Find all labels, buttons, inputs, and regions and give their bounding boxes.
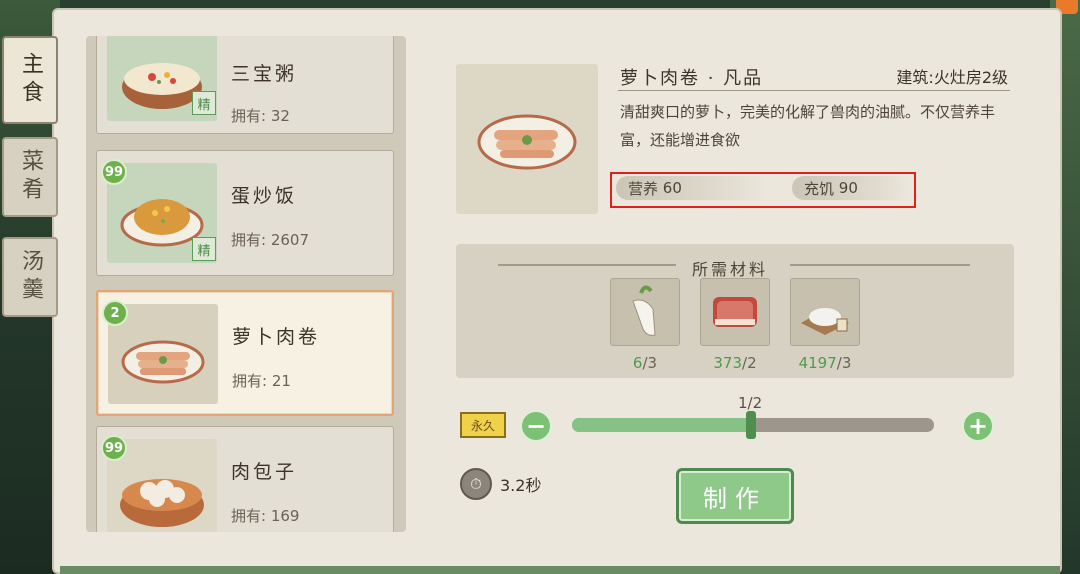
material-need: /2 — [742, 354, 757, 372]
dish-preview-image — [456, 64, 598, 214]
decrease-button[interactable]: − — [520, 410, 552, 442]
quantity-counter: 1/2 — [738, 394, 763, 412]
recipe-card-meat-bun[interactable]: 99 肉包子 拥有: 169 — [96, 426, 394, 532]
material-count: 4197/3 — [790, 354, 860, 372]
building-requirement: 建筑:火灶房2级 — [896, 68, 1008, 87]
material-need: /3 — [836, 354, 852, 372]
recipe-card-sanbao-porridge[interactable]: 精 三宝粥 拥有: 32 — [96, 36, 394, 134]
top-bar-background — [0, 0, 1080, 8]
stats-highlight-box — [610, 172, 916, 208]
recipe-card-radish-meat-roll[interactable]: 2 萝卜肉卷 拥有: 21 — [96, 290, 394, 416]
title-divider — [618, 90, 1010, 91]
minus-icon: − — [525, 412, 547, 440]
panel-bottom-edge — [60, 566, 1060, 574]
quantity-badge: 99 — [101, 435, 127, 461]
recipe-list[interactable]: 精 三宝粥 拥有: 32 99 精 蛋炒饭 拥有: 2607 2 萝卜肉卷 拥有… — [86, 36, 406, 532]
radish-icon[interactable] — [610, 278, 680, 346]
flour-icon[interactable] — [790, 278, 860, 346]
tab-staple-food[interactable]: 主食 — [2, 36, 58, 124]
material-count: 373/2 — [700, 354, 770, 372]
recipe-owned-count: 拥有: 169 — [231, 507, 300, 525]
materials-title: 所需材料 — [692, 260, 769, 279]
dish-title: 萝卜肉卷 · 凡品 — [620, 68, 764, 89]
material-have: 373 — [713, 354, 743, 372]
recipe-owned-count: 拥有: 21 — [232, 372, 291, 390]
materials-divider-right — [790, 264, 970, 266]
recipe-name: 肉包子 — [231, 461, 298, 483]
quantity-slider-handle[interactable] — [746, 411, 756, 439]
material-count: 6/3 — [610, 354, 680, 372]
meat-icon[interactable] — [700, 278, 770, 346]
recipe-owned-count: 拥有: 32 — [231, 107, 290, 125]
recipe-owned-count: 拥有: 2607 — [231, 231, 309, 249]
make-button[interactable]: 制作 — [676, 468, 794, 524]
quality-refined-tag: 精 — [192, 91, 216, 115]
recipe-card-egg-fried-rice[interactable]: 99 精 蛋炒饭 拥有: 2607 — [96, 150, 394, 276]
quantity-slider-fill — [572, 418, 751, 432]
craft-time: 3.2秒 — [500, 476, 542, 495]
material-need: /3 — [642, 354, 658, 372]
recipe-name: 三宝粥 — [231, 63, 298, 85]
permanent-tag: 永久 — [460, 412, 506, 438]
plus-icon: + — [967, 412, 989, 440]
quality-refined-tag: 精 — [192, 237, 216, 261]
material-have: 4197 — [798, 354, 837, 372]
clock-icon: ⏱ — [460, 468, 492, 500]
tab-soups[interactable]: 汤羹 — [2, 237, 58, 317]
quantity-badge: 2 — [102, 300, 128, 326]
quantity-badge: 99 — [101, 159, 127, 185]
increase-button[interactable]: + — [962, 410, 994, 442]
dish-description: 清甜爽口的萝卜，完美的化解了兽肉的油腻。不仅营养丰富，还能增进食欲 — [620, 103, 996, 149]
recipe-name: 蛋炒饭 — [231, 185, 298, 207]
tab-dishes[interactable]: 菜肴 — [2, 137, 58, 217]
materials-divider-left — [498, 264, 676, 266]
recipe-name: 萝卜肉卷 — [232, 326, 321, 348]
